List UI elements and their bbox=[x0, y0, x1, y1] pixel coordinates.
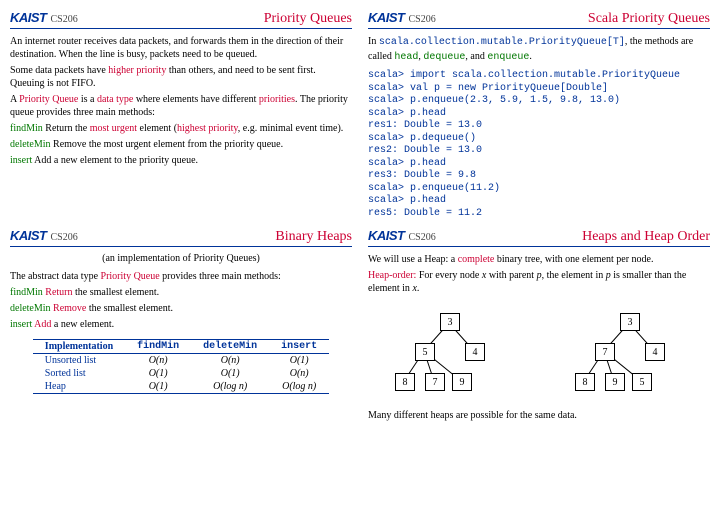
method-findmin: findMin Return the most urgent element (… bbox=[10, 122, 352, 135]
paragraph: In scala.collection.mutable.PriorityQueu… bbox=[368, 35, 710, 64]
slide-heap-order: KAIST CS206 Heaps and Heap Order We will… bbox=[368, 228, 710, 425]
tree-node: 4 bbox=[465, 343, 485, 361]
code-block: scala> import scala.collection.mutable.P… bbox=[368, 70, 710, 220]
slide-scala-pq: KAIST CS206 Scala Priority Queues In sca… bbox=[368, 10, 710, 220]
method-insert: insert Add a new element to the priority… bbox=[10, 154, 352, 167]
paragraph: Heap-order: For every node x with parent… bbox=[368, 269, 710, 295]
slide-header: KAIST CS206 Binary Heaps bbox=[10, 228, 352, 247]
slide-header: KAIST CS206 Priority Queues bbox=[10, 10, 352, 29]
tree-node: 9 bbox=[605, 373, 625, 391]
tree-node: 5 bbox=[415, 343, 435, 361]
course-code: CS206 bbox=[409, 232, 436, 243]
slide-body: In scala.collection.mutable.PriorityQueu… bbox=[368, 35, 710, 220]
paragraph: Some data packets have higher priority t… bbox=[10, 64, 352, 90]
slide-body: (an implementation of Priority Queues) T… bbox=[10, 253, 352, 394]
paragraph: We will use a Heap: a complete binary tr… bbox=[368, 253, 710, 266]
kaist-logo: KAIST bbox=[368, 10, 405, 25]
method-deletemin: deleteMin Remove the smallest element. bbox=[10, 302, 352, 315]
course-code: CS206 bbox=[51, 232, 78, 243]
paragraph: Many different heaps are possible for th… bbox=[368, 409, 710, 422]
th-findmin: findMin bbox=[125, 340, 191, 354]
kaist-logo: KAIST bbox=[10, 10, 47, 25]
tree-node: 9 bbox=[452, 373, 472, 391]
course-code: CS206 bbox=[409, 14, 436, 25]
course-code: CS206 bbox=[51, 14, 78, 25]
complexity-table: Implementation findMin deleteMin insert … bbox=[33, 339, 329, 394]
tree-node: 8 bbox=[395, 373, 415, 391]
slide-title: Heaps and Heap Order bbox=[436, 229, 710, 245]
tree-node: 5 bbox=[632, 373, 652, 391]
method-deletemin: deleteMin Remove the most urgent element… bbox=[10, 138, 352, 151]
method-findmin: findMin Return the smallest element. bbox=[10, 286, 352, 299]
slide-header: KAIST CS206 Scala Priority Queues bbox=[368, 10, 710, 29]
slide-title: Binary Heaps bbox=[78, 229, 352, 245]
table-row: Unsorted list O(n) O(n) O(1) bbox=[33, 354, 329, 368]
tree-node: 7 bbox=[425, 373, 445, 391]
table-row: Sorted list O(1) O(1) O(n) bbox=[33, 367, 329, 380]
tree-node: 3 bbox=[620, 313, 640, 331]
paragraph: A Priority Queue is a data type where el… bbox=[10, 93, 352, 119]
tree-node: 8 bbox=[575, 373, 595, 391]
heap-tree-2: 3 7 4 8 9 5 bbox=[569, 309, 689, 399]
th-insert: insert bbox=[269, 340, 329, 354]
slide-binary-heaps: KAIST CS206 Binary Heaps (an implementat… bbox=[10, 228, 352, 425]
slide-title: Scala Priority Queues bbox=[436, 11, 710, 27]
page-grid: KAIST CS206 Priority Queues An internet … bbox=[10, 10, 710, 425]
paragraph: The abstract data type Priority Queue pr… bbox=[10, 270, 352, 283]
heap-tree-1: 3 5 4 8 7 9 bbox=[389, 309, 509, 399]
tree-node: 7 bbox=[595, 343, 615, 361]
tree-node: 4 bbox=[645, 343, 665, 361]
subtitle: (an implementation of Priority Queues) bbox=[10, 253, 352, 264]
kaist-logo: KAIST bbox=[368, 228, 405, 243]
slide-body: An internet router receives data packets… bbox=[10, 35, 352, 167]
slide-title: Priority Queues bbox=[78, 11, 352, 27]
method-insert: insert Add a new element. bbox=[10, 318, 352, 331]
slide-body: We will use a Heap: a complete binary tr… bbox=[368, 253, 710, 422]
tree-node: 3 bbox=[440, 313, 460, 331]
heap-trees: 3 5 4 8 7 9 3 7 4 8 9 5 bbox=[368, 309, 710, 399]
th-impl: Implementation bbox=[33, 340, 125, 354]
kaist-logo: KAIST bbox=[10, 228, 47, 243]
slide-priority-queues: KAIST CS206 Priority Queues An internet … bbox=[10, 10, 352, 220]
slide-header: KAIST CS206 Heaps and Heap Order bbox=[368, 228, 710, 247]
table-row: Heap O(1) O(log n) O(log n) bbox=[33, 380, 329, 394]
paragraph: An internet router receives data packets… bbox=[10, 35, 352, 61]
th-deletemin: deleteMin bbox=[191, 340, 269, 354]
